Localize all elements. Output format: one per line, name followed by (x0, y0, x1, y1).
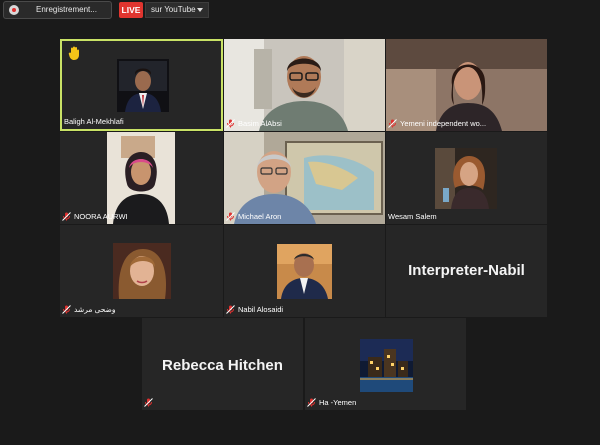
participant-name-bar: وضحى مرشد (62, 303, 116, 315)
participant-name: Ha -Yemen (319, 397, 357, 407)
muted-mic-icon (62, 211, 71, 221)
participant-display-name: Rebecca Hitchen (162, 357, 283, 374)
participant-tile-basim[interactable]: Basim AlAbsi (224, 39, 385, 131)
chevron-down-icon (197, 8, 203, 12)
record-icon (9, 5, 19, 15)
participant-photo (277, 244, 332, 299)
live-badge[interactable]: LIVE (119, 2, 143, 18)
participant-tile-wesam[interactable]: Wesam Salem (386, 132, 547, 224)
live-destination-label: sur YouTube (151, 5, 196, 14)
participant-tile-wadha[interactable]: وضحى مرشد (60, 225, 223, 317)
live-destination-dropdown[interactable]: sur YouTube (145, 2, 209, 18)
muted-mic-icon (62, 304, 71, 314)
participant-name-bar (144, 396, 153, 408)
participant-tile-rebecca[interactable]: Rebecca Hitchen (142, 318, 303, 410)
participant-name-bar: Wesam Salem (388, 210, 437, 222)
participant-name: وضحى مرشد (74, 304, 116, 314)
participant-display-name: Interpreter-Nabil (408, 262, 525, 279)
raised-hand-icon (68, 46, 79, 60)
participant-tile-noora[interactable]: NOORA AURWI (60, 132, 223, 224)
participant-name-bar: NOORA AURWI (62, 210, 128, 222)
participant-name-bar: Michael Aron (226, 210, 281, 222)
participant-tile-michael[interactable]: Michael Aron (224, 132, 385, 224)
recording-indicator[interactable]: Enregistrement... (3, 1, 112, 19)
participant-name: Baligh Al-Mekhlafi (64, 116, 124, 126)
muted-mic-icon (307, 397, 316, 407)
participant-tile-baligh[interactable]: Baligh Al-Mekhlafi (60, 39, 223, 131)
participant-name: Michael Aron (238, 211, 282, 221)
muted-mic-icon (226, 304, 235, 314)
participant-name: Nabil Alosaidi (238, 304, 284, 314)
muted-mic-icon (226, 118, 235, 128)
participant-name-bar: Baligh Al-Mekhlafi (64, 115, 124, 127)
participant-photo (360, 339, 413, 392)
participant-name: Basim AlAbsi (238, 118, 282, 128)
participant-name: Wesam Salem (388, 211, 437, 221)
participant-photo (117, 59, 169, 112)
muted-mic-icon (144, 397, 153, 407)
participant-photo (113, 243, 171, 299)
participant-name-bar: Ha -Yemen (307, 396, 356, 408)
participant-name-bar: Nabil Alosaidi (226, 303, 283, 315)
participant-tile-yemeni-independent[interactable]: Yemeni independent wo... (386, 39, 547, 131)
muted-mic-icon (388, 118, 397, 128)
participant-photo (435, 148, 497, 209)
recording-label: Enregistrement... (36, 5, 97, 14)
participant-name-bar: Yemeni independent wo... (388, 117, 486, 129)
muted-mic-icon (226, 211, 235, 221)
participant-tile-nabil-alosaidi[interactable]: Nabil Alosaidi (224, 225, 385, 317)
participant-tile-ha-yemen[interactable]: Ha -Yemen (305, 318, 466, 410)
participant-name: Yemeni independent wo... (400, 118, 487, 128)
participant-name-bar: Basim AlAbsi (226, 117, 282, 129)
participant-tile-interpreter-nabil[interactable]: Interpreter-Nabil (386, 225, 547, 317)
participant-name: NOORA AURWI (74, 211, 128, 221)
meeting-control-bar: Enregistrement... LIVE sur YouTube (0, 0, 600, 22)
